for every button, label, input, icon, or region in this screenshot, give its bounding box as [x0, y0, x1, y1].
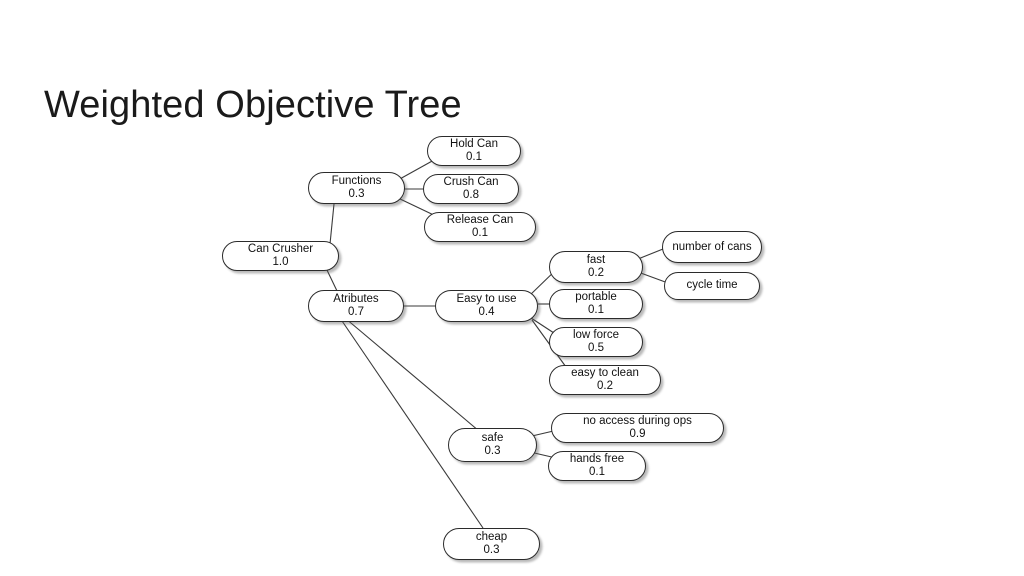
tree-node-hold-can[interactable]: Hold Can 0.1	[427, 136, 521, 166]
tree-node-label: safe	[481, 431, 504, 444]
tree-node-weight: 0.1	[472, 227, 488, 239]
tree-node-easy-to-clean[interactable]: easy to clean 0.2	[549, 365, 661, 395]
tree-edge-atributes-to-cheap	[339, 317, 484, 529]
tree-node-label: hands free	[569, 452, 625, 465]
tree-node-low-force[interactable]: low force 0.5	[549, 327, 643, 357]
tree-node-number-of-cans[interactable]: number of cans	[662, 231, 762, 263]
tree-node-label: fast	[586, 253, 606, 266]
tree-node-label: easy to clean	[571, 366, 639, 379]
tree-edge-layer	[325, 159, 669, 529]
tree-node-weight: 0.1	[466, 151, 482, 163]
tree-node-label: Easy to use	[456, 292, 517, 305]
tree-node-easy-to-use[interactable]: Easy to use 0.4	[435, 290, 538, 322]
tree-node-label: Can Crusher	[247, 242, 314, 255]
tree-node-cycle-time[interactable]: cycle time	[664, 272, 760, 300]
tree-node-weight: 0.7	[348, 306, 364, 318]
slide-canvas: Weighted Objective Tree Can Crusher 1.0 Fu…	[0, 0, 1024, 576]
tree-node-weight: 0.2	[597, 380, 613, 392]
tree-node-weight: 0.2	[588, 267, 604, 279]
tree-node-weight: 0.1	[589, 466, 605, 478]
tree-node-can-crusher[interactable]: Can Crusher 1.0	[222, 241, 339, 271]
tree-node-label: cycle time	[686, 279, 738, 292]
tree-node-label: Release Can	[446, 213, 514, 226]
tree-node-functions[interactable]: Functions 0.3	[308, 172, 405, 204]
tree-node-portable[interactable]: portable 0.1	[549, 289, 643, 319]
tree-node-label: Crush Can	[443, 175, 499, 188]
tree-node-hands-free[interactable]: hands free 0.1	[548, 451, 646, 481]
tree-node-weight: 0.8	[463, 189, 479, 201]
objective-tree-diagram: Can Crusher 1.0 Functions 0.3 Hold Can 0.1 Cru…	[0, 0, 1024, 576]
tree-node-weight: 0.3	[484, 445, 501, 457]
tree-node-atributes[interactable]: Atributes 0.7	[308, 290, 404, 322]
tree-node-label: number of cans	[672, 240, 752, 253]
tree-node-weight: 0.3	[483, 544, 500, 556]
tree-node-label: Atributes	[333, 292, 379, 305]
tree-edge-atributes-to-safe	[344, 317, 480, 432]
tree-node-release-can[interactable]: Release Can 0.1	[424, 212, 536, 242]
tree-node-weight: 0.4	[478, 306, 495, 318]
tree-node-label: Functions	[331, 174, 382, 187]
tree-node-label: low force	[572, 328, 620, 341]
tree-node-weight: 0.3	[348, 188, 365, 200]
tree-node-label: cheap	[475, 530, 508, 543]
tree-node-safe[interactable]: safe 0.3	[448, 428, 537, 462]
tree-node-label: portable	[575, 290, 617, 303]
tree-node-label: no access during ops	[583, 414, 692, 427]
tree-node-weight: 0.5	[588, 342, 604, 354]
tree-node-weight: 0.9	[629, 428, 646, 440]
tree-edge-can-crusher-to-functions	[329, 203, 335, 245]
tree-node-label: Hold Can	[450, 137, 498, 150]
tree-node-cheap[interactable]: cheap 0.3	[443, 528, 540, 560]
tree-node-weight: 0.1	[588, 304, 604, 316]
tree-node-weight: 1.0	[272, 256, 289, 268]
tree-node-crush-can[interactable]: Crush Can 0.8	[423, 174, 519, 204]
tree-node-no-access[interactable]: no access during ops 0.9	[551, 413, 724, 443]
tree-node-fast[interactable]: fast 0.2	[549, 251, 643, 283]
